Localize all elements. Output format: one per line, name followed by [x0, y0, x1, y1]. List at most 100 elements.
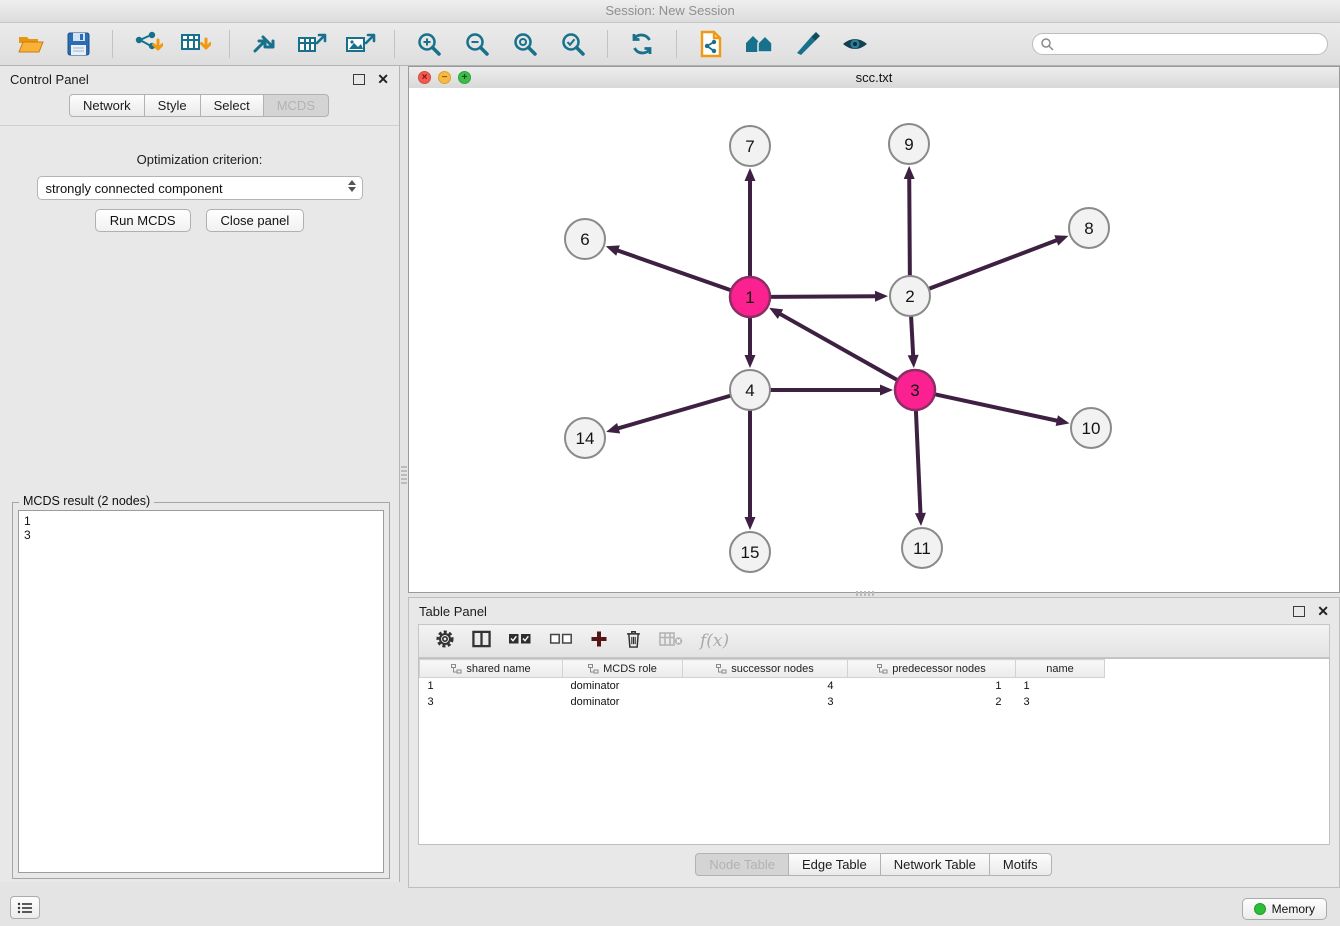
import-table-button[interactable]: [177, 28, 213, 60]
table-cell[interactable]: 3: [1016, 694, 1105, 710]
close-panel-button[interactable]: Close panel: [206, 209, 305, 232]
table-cell[interactable]: 1: [848, 678, 1016, 695]
network-document-button[interactable]: [693, 28, 729, 60]
zoom-fit-button[interactable]: [507, 28, 543, 60]
graphics-details-button[interactable]: [837, 28, 873, 60]
table-cell[interactable]: dominator: [563, 694, 683, 710]
table-cell[interactable]: 1: [420, 678, 563, 695]
deselect-all-button[interactable]: [549, 631, 573, 651]
graph-edge-1-2[interactable]: [771, 296, 875, 297]
zoom-out-button[interactable]: [459, 28, 495, 60]
table-cell[interactable]: 1: [1016, 678, 1105, 695]
table-cell[interactable]: 3: [683, 694, 848, 710]
graph-node-2[interactable]: 2: [890, 276, 930, 316]
graph-node-8[interactable]: 8: [1069, 208, 1109, 248]
table-row[interactable]: 3dominator323: [420, 694, 1105, 710]
tab-select[interactable]: Select: [200, 94, 264, 117]
select-all-button[interactable]: [508, 631, 532, 651]
graph-edge-4-14[interactable]: [619, 396, 730, 428]
graph-node-10[interactable]: 10: [1071, 408, 1111, 448]
table-settings-button[interactable]: [435, 629, 455, 654]
zoom-fit-icon: [512, 31, 538, 57]
mcds-result-text[interactable]: 1 3: [18, 510, 384, 873]
save-icon: [67, 32, 90, 56]
import-network-button[interactable]: [129, 28, 165, 60]
graph-edge-2-9[interactable]: [909, 179, 910, 275]
close-panel-icon[interactable]: ✕: [377, 72, 389, 86]
table-row[interactable]: 1dominator411: [420, 678, 1105, 695]
apply-layout-button[interactable]: [624, 28, 660, 60]
vertical-splitter-handle[interactable]: [401, 466, 407, 484]
column-header-name[interactable]: name: [1016, 660, 1105, 678]
table-panel-tabs: Node Table Edge Table Network Table Moti…: [409, 853, 1339, 876]
graph-node-11[interactable]: 11: [902, 528, 942, 568]
gear-icon: [435, 629, 455, 649]
close-window-icon[interactable]: ×: [418, 71, 431, 84]
graph-edge-1-6[interactable]: [618, 251, 730, 290]
column-header-successor-nodes[interactable]: successor nodes: [683, 660, 848, 678]
task-history-button[interactable]: [10, 896, 40, 919]
run-mcds-button[interactable]: Run MCDS: [95, 209, 191, 232]
graph-node-15[interactable]: 15: [730, 532, 770, 572]
float-panel-icon[interactable]: [353, 74, 365, 85]
tab-node-table[interactable]: Node Table: [695, 853, 789, 876]
starter-panel-button[interactable]: [741, 28, 777, 60]
zoom-selected-button[interactable]: [555, 28, 591, 60]
graph-edge-arrow: [908, 355, 919, 368]
graph-node-4[interactable]: 4: [730, 370, 770, 410]
graph-edge-2-8[interactable]: [930, 240, 1057, 288]
delete-table-button[interactable]: [659, 631, 683, 652]
graph-node-14[interactable]: 14: [565, 418, 605, 458]
minimize-window-icon[interactable]: −: [438, 71, 451, 84]
save-session-button[interactable]: [60, 28, 96, 60]
function-builder-button[interactable]: f(x): [700, 631, 729, 651]
graph-edge-3-10[interactable]: [936, 394, 1057, 420]
graph-edge-3-11[interactable]: [916, 411, 921, 513]
graph-edge-3-1[interactable]: [780, 314, 896, 380]
horizontal-splitter-handle[interactable]: [856, 591, 874, 596]
export-image-button[interactable]: [342, 28, 378, 60]
zoom-in-button[interactable]: [411, 28, 447, 60]
tab-style[interactable]: Style: [144, 94, 201, 117]
table-cell[interactable]: 3: [420, 694, 563, 710]
table-delete-icon: [659, 631, 683, 647]
column-header-mcds-role[interactable]: MCDS role: [563, 660, 683, 678]
graph-node-1[interactable]: 1: [730, 277, 770, 317]
table-cell[interactable]: 2: [848, 694, 1016, 710]
criterion-dropdown[interactable]: strongly connected component: [37, 176, 363, 200]
graph-node-label: 4: [745, 381, 754, 400]
export-table-button[interactable]: [294, 28, 330, 60]
network-graph[interactable]: 7 9 6 8 1 2 4 3 14 10 15 11: [409, 88, 1339, 592]
toolbar-separator: [229, 30, 230, 58]
float-panel-icon[interactable]: [1293, 606, 1305, 617]
column-layout-button[interactable]: [472, 630, 491, 653]
export-image-icon: [345, 31, 376, 57]
tab-edge-table[interactable]: Edge Table: [788, 853, 881, 876]
tab-mcds[interactable]: MCDS: [263, 94, 329, 117]
tab-motifs[interactable]: Motifs: [989, 853, 1052, 876]
close-panel-icon[interactable]: ✕: [1317, 604, 1329, 618]
tab-network-table[interactable]: Network Table: [880, 853, 990, 876]
memory-button[interactable]: Memory: [1242, 898, 1327, 920]
column-header-shared-name[interactable]: shared name: [420, 660, 563, 678]
search-input[interactable]: [1032, 33, 1328, 55]
column-header-predecessor-nodes[interactable]: predecessor nodes: [848, 660, 1016, 678]
graph-node-6[interactable]: 6: [565, 219, 605, 259]
delete-column-button[interactable]: [625, 629, 642, 654]
table-cell[interactable]: dominator: [563, 678, 683, 695]
tab-network[interactable]: Network: [69, 94, 145, 117]
export-network-button[interactable]: [246, 28, 282, 60]
graph-edge-2-3[interactable]: [911, 317, 913, 355]
graph-node-3[interactable]: 3: [895, 370, 935, 410]
column-label: shared name: [466, 663, 530, 675]
graph-edge-arrow: [875, 291, 888, 302]
graph-node-9[interactable]: 9: [889, 124, 929, 164]
paint-brush-icon: [793, 31, 821, 57]
maximize-window-icon[interactable]: +: [458, 71, 471, 84]
apply-style-button[interactable]: [789, 28, 825, 60]
open-session-button[interactable]: [12, 28, 48, 60]
add-column-button[interactable]: [590, 630, 608, 653]
network-canvas[interactable]: 7 9 6 8 1 2 4 3 14 10 15 11: [409, 88, 1339, 592]
graph-node-7[interactable]: 7: [730, 126, 770, 166]
table-cell[interactable]: 4: [683, 678, 848, 695]
